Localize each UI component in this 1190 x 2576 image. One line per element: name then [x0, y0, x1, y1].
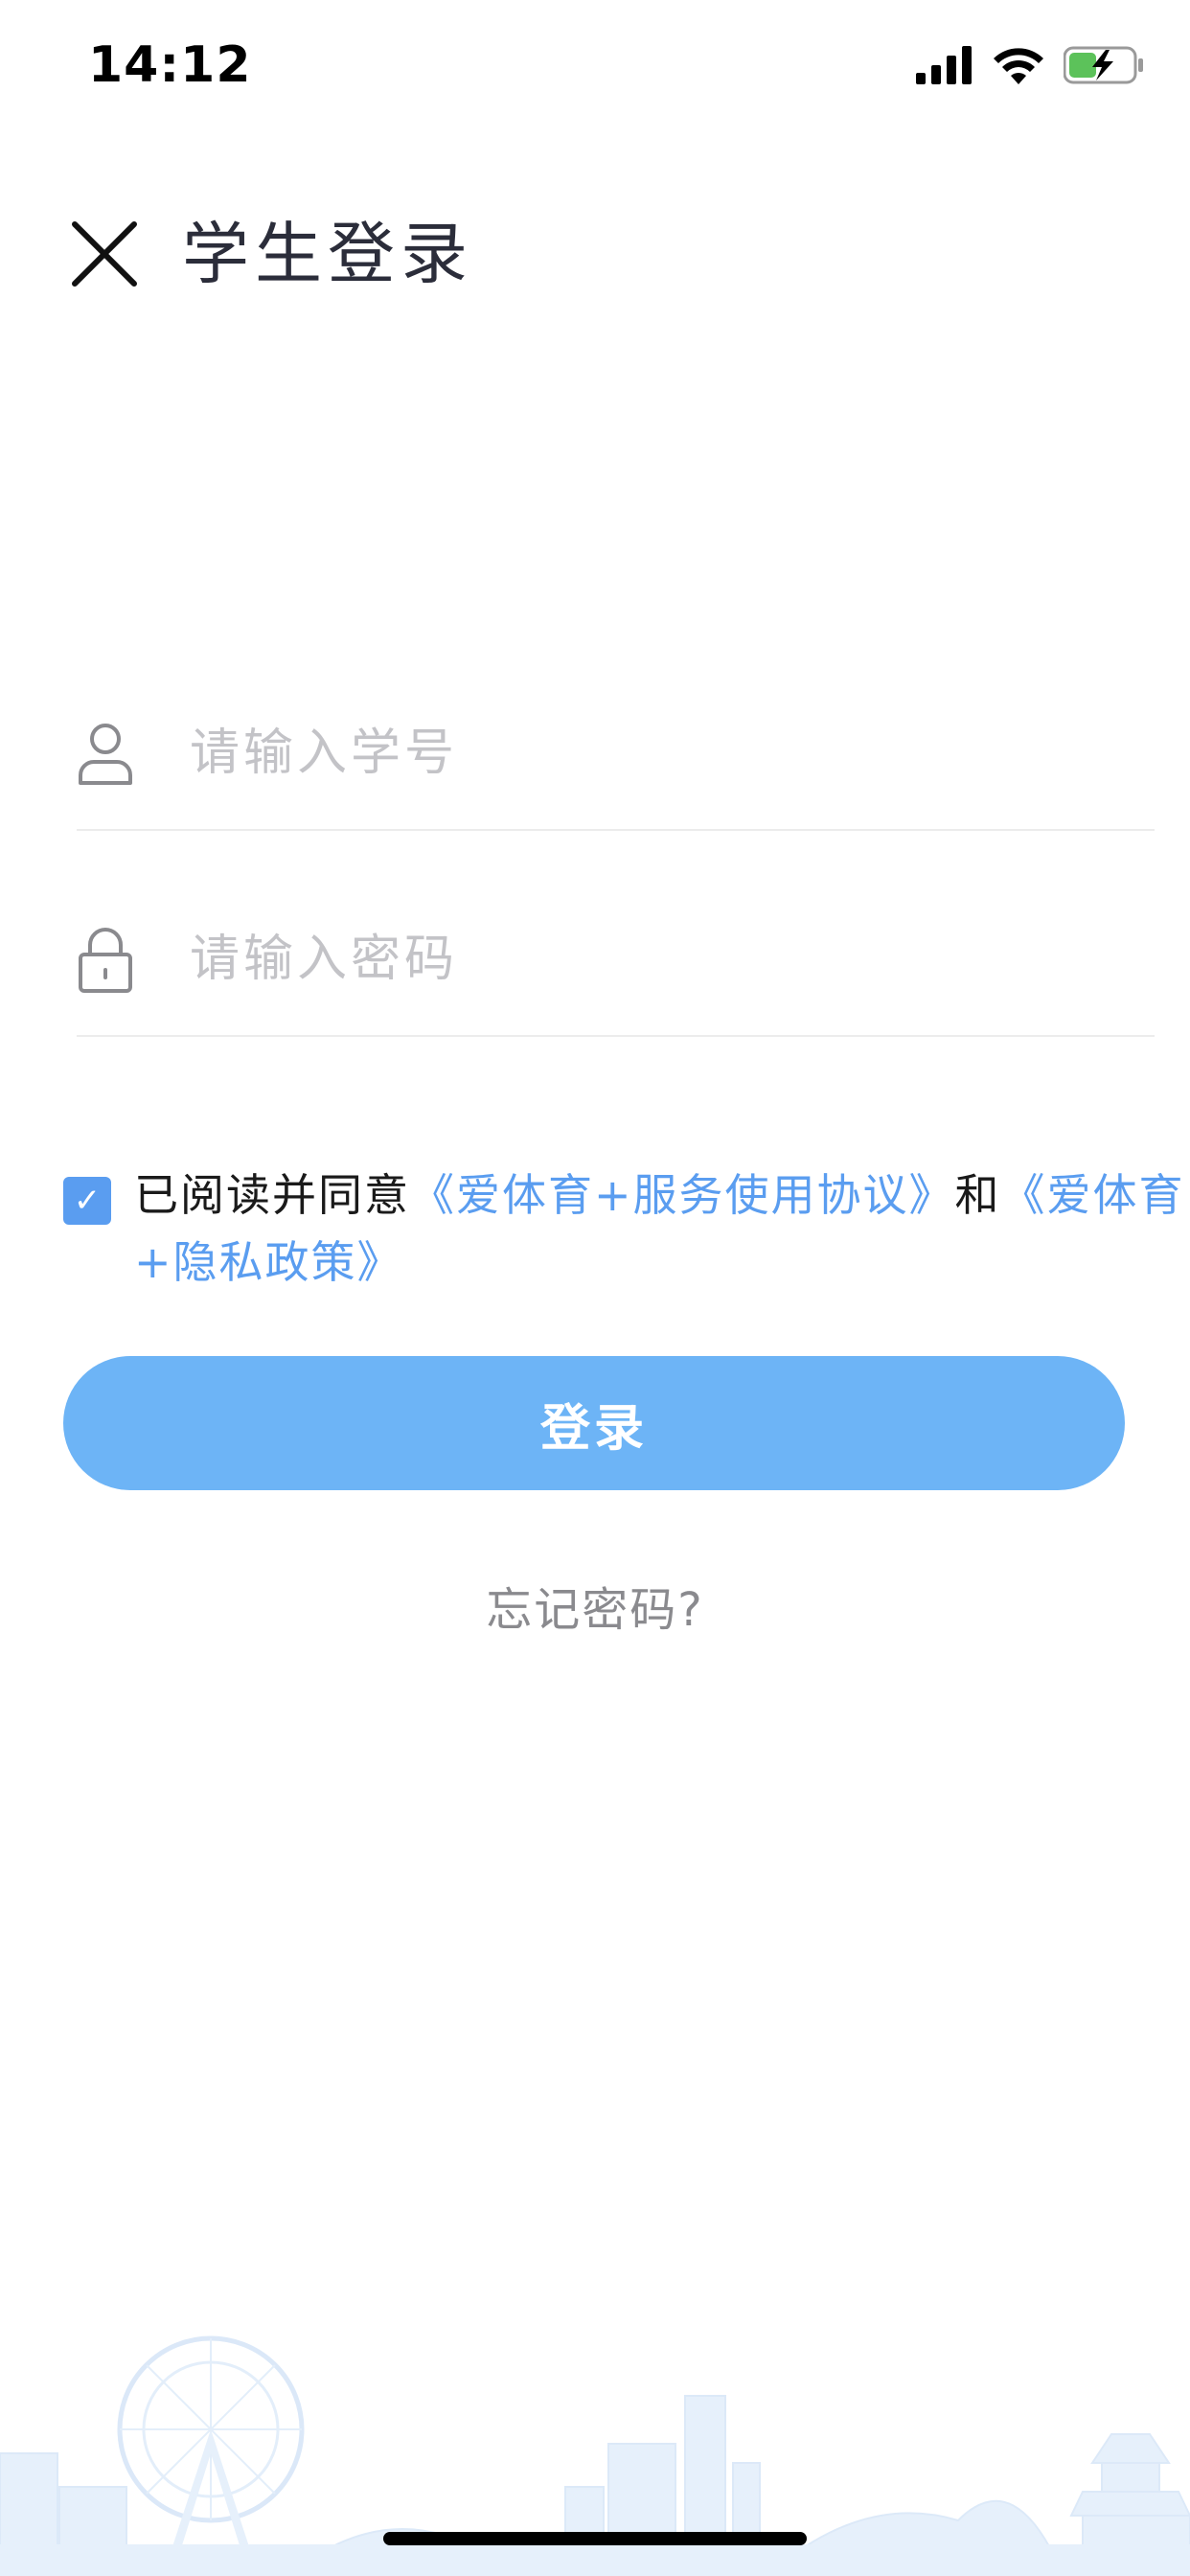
battery-charging-icon — [1064, 46, 1143, 84]
close-button[interactable] — [65, 215, 144, 293]
password-input[interactable] — [188, 920, 1131, 999]
status-time: 14:12 — [88, 36, 252, 94]
signal-icon — [916, 46, 972, 84]
service-agreement-link[interactable]: 《爱体育+服务使用协议》 — [410, 1169, 955, 1221]
forgot-password-link[interactable]: 忘记密码? — [0, 1572, 1190, 1639]
lock-icon — [79, 928, 132, 993]
check-icon: ✓ — [73, 1182, 102, 1220]
username-field — [77, 704, 1155, 831]
header: 学生登录 — [0, 192, 1190, 316]
page-title: 学生登录 — [182, 215, 473, 293]
agreement-text: 已阅读并同意《爱体育+服务使用协议》和《爱体育+隐私政策》 — [134, 1162, 1190, 1296]
agreement-conjunction: 和 — [954, 1169, 1001, 1221]
agreement-checkbox[interactable]: ✓ — [63, 1177, 111, 1225]
status-bar: 14:12 — [0, 0, 1190, 144]
user-icon — [79, 724, 132, 785]
password-field — [77, 910, 1155, 1037]
wifi-icon — [994, 48, 1043, 84]
home-indicator — [383, 2532, 807, 2545]
login-button[interactable]: 登录 — [63, 1356, 1125, 1490]
agreement-prefix: 已阅读并同意 — [134, 1169, 410, 1221]
status-icons — [916, 46, 1144, 84]
close-icon — [72, 221, 137, 287]
student-id-input[interactable] — [188, 714, 1131, 793]
